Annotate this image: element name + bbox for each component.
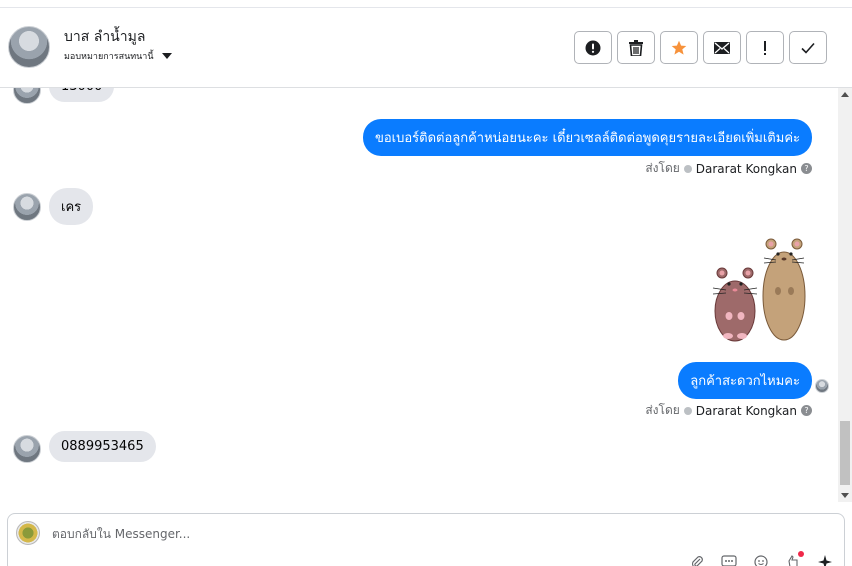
incoming-message[interactable]: 13000 [49,88,115,102]
message-thread[interactable]: 13000 ขอเบอร์ติดต่อลูกค้าหน่อยนะคะ เดี๋ย… [0,88,838,502]
follow-up-button[interactable] [746,31,784,64]
conversation-toolbar [574,31,827,64]
help-icon[interactable]: ? [801,405,812,416]
incoming-message[interactable]: 0889953465 [49,431,156,462]
help-icon[interactable]: ? [801,163,812,174]
paperclip-icon [691,556,703,566]
sparkle-icon [818,555,832,566]
assign-conversation-dropdown[interactable]: มอบหมายการสนทนานี้ [64,49,172,63]
check-dot-icon [683,164,692,173]
sent-by-row: ส่งโดย Dararat Kongkan ? [645,401,812,420]
scroll-up-arrow-icon[interactable] [841,92,849,97]
mark-done-button[interactable] [789,31,827,64]
delete-button[interactable] [617,31,655,64]
smiley-icon [754,555,768,566]
reply-input[interactable] [52,525,552,543]
star-icon [671,40,687,55]
conversation-header: บาส ลำน้ำมูล มอบหมายการสนทนานี้ [0,8,852,88]
assign-conversation-label: มอบหมายการสนทนานี้ [64,52,154,62]
scrollbar-thumb[interactable] [840,421,850,485]
star-button[interactable] [660,31,698,64]
contact-mini-avatar [13,193,41,221]
outgoing-message[interactable]: ขอเบอร์ติดต่อลูกค้าหน่อยนะคะ เดี๋ยวเซลล์… [362,119,812,156]
contact-mini-avatar [13,88,41,104]
outgoing-message[interactable]: ลูกค้าสะดวกไหมคะ [678,362,812,399]
composer-tools [688,551,834,566]
like-button[interactable] [784,551,804,566]
scroll-down-arrow-icon[interactable] [841,493,849,498]
reply-composer [7,513,845,566]
alert-circle-icon [585,40,601,55]
contact-avatar[interactable] [8,26,50,68]
attachment-button[interactable] [688,554,706,566]
mark-spam-button[interactable] [574,31,612,64]
contact-name[interactable]: บาส ลำน้ำมูล [64,26,145,48]
exclamation-icon [764,40,766,55]
emoji-button[interactable] [752,554,770,566]
trash-icon [629,39,643,56]
check-dot-icon [683,406,692,415]
thumbs-up-icon [788,555,798,566]
small-hamster-shape [712,267,758,342]
saved-replies-button[interactable] [720,554,738,566]
sent-by-prefix: ส่งโดย [645,161,680,175]
notification-dot [798,551,804,557]
contact-mini-avatar [13,435,41,463]
envelope-icon [714,41,730,54]
check-icon [801,42,815,54]
add-button[interactable] [816,554,834,566]
caret-down-icon [161,53,172,59]
incoming-message[interactable]: เคร [49,188,94,225]
sent-by-prefix: ส่งโดย [645,403,680,417]
thread-scrollbar[interactable] [838,88,852,502]
hamster-sticker-image[interactable] [708,236,810,342]
sent-by-name[interactable]: Dararat Kongkan [696,162,797,176]
sent-by-row: ส่งโดย Dararat Kongkan ? [645,159,812,178]
sent-by-name[interactable]: Dararat Kongkan [696,404,797,418]
top-border [0,0,852,8]
chat-dots-icon [721,555,737,566]
mark-unread-button[interactable] [703,31,741,64]
page-avatar [16,521,40,545]
tall-hamster-shape [762,238,806,341]
seen-indicator-avatar [815,379,829,393]
